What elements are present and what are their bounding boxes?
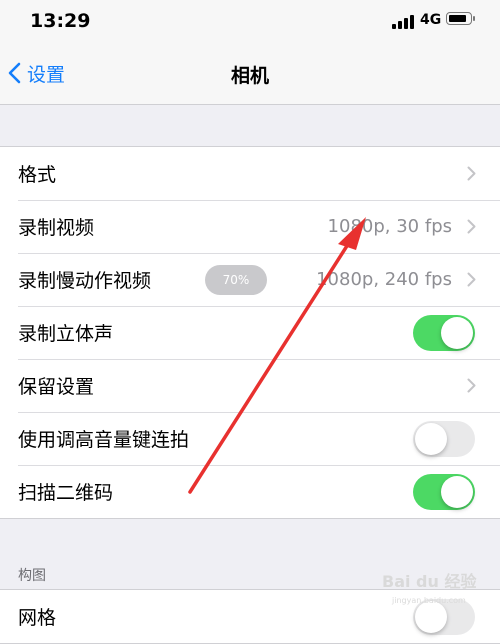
stereo-toggle[interactable]	[413, 314, 475, 351]
baidu-jingyan-watermark: Bai du 经验	[382, 572, 477, 591]
cellular-signal-icon	[392, 13, 414, 29]
chevron-right-icon	[467, 166, 476, 181]
volume-indicator: 70%	[205, 265, 267, 295]
row-label: 网格	[18, 607, 57, 629]
row-label: 扫描二维码	[18, 482, 114, 504]
row-label: 使用调高音量键连拍	[18, 429, 190, 451]
settings-row-format[interactable]: 格式	[0, 147, 500, 200]
row-label: 格式	[18, 164, 57, 186]
row-label: 录制视频	[18, 217, 95, 239]
row-label: 录制慢动作视频	[18, 270, 152, 292]
chevron-right-icon	[467, 272, 476, 287]
chevron-right-icon	[467, 378, 476, 393]
navigation-bar: 设置 相机	[0, 44, 500, 105]
row-label: 录制立体声	[18, 323, 114, 345]
section-header-composition: 构图	[18, 568, 46, 584]
battery-icon	[446, 12, 475, 25]
row-label: 保留设置	[18, 376, 95, 398]
status-bar: 13:29 4G	[0, 0, 500, 44]
page-title: 相机	[230, 65, 269, 87]
network-type: 4G	[420, 12, 442, 28]
settings-row-volume-burst: 使用调高音量键连拍	[0, 412, 500, 465]
volume-burst-toggle[interactable]	[413, 420, 475, 457]
chevron-right-icon	[467, 219, 476, 234]
row-value: 1080p, 240 fps	[316, 269, 452, 290]
settings-row-stereo: 录制立体声	[0, 306, 500, 359]
settings-row-record-video[interactable]: 录制视频 1080p, 30 fps	[0, 200, 500, 253]
settings-row-record-slo-mo[interactable]: 录制慢动作视频 70% 1080p, 240 fps	[0, 253, 500, 306]
row-value: 1080p, 30 fps	[327, 216, 452, 237]
camera-settings-group: 格式 录制视频 1080p, 30 fps 录制慢动作视频 70% 1080p,…	[0, 146, 500, 519]
watermark-url: jingyan.baidu.com	[392, 596, 466, 605]
scan-qr-toggle[interactable]	[413, 473, 475, 510]
settings-row-scan-qr: 扫描二维码	[0, 465, 500, 518]
status-time: 13:29	[30, 10, 91, 32]
settings-row-preserve-settings[interactable]: 保留设置	[0, 359, 500, 412]
